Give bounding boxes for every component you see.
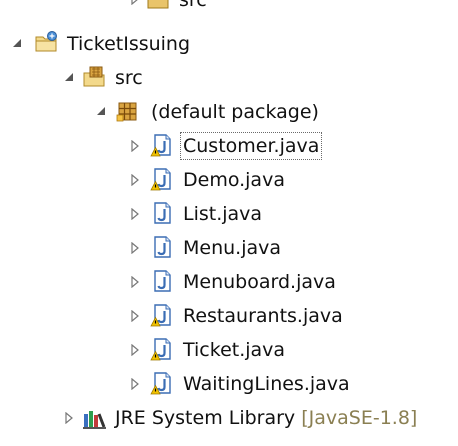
expand-arrow-icon[interactable] [128, 377, 142, 391]
tree-item-label: src [179, 0, 207, 11]
java-file-warning-icon [150, 167, 174, 191]
tree-item-file[interactable]: WaitingLines.java [0, 366, 458, 400]
expand-arrow-icon[interactable] [128, 343, 142, 357]
file-label: Customer.java [180, 132, 323, 160]
jre-library-label: JRE System Library [JavaSE-1.8] [112, 404, 420, 432]
src-folder-label: src [115, 67, 143, 89]
collapse-arrow-icon[interactable] [10, 36, 24, 50]
expand-arrow-icon[interactable] [128, 207, 142, 221]
file-label: Demo.java [183, 169, 285, 191]
tree-item-file[interactable]: Restaurants.java [0, 298, 458, 332]
java-file-warning-icon [150, 303, 174, 327]
expand-arrow-icon[interactable] [128, 173, 142, 187]
expand-arrow-icon[interactable] [128, 139, 142, 153]
jre-version-decoration: [JavaSE-1.8] [301, 407, 418, 429]
file-label: List.java [183, 203, 263, 225]
tree-item-file[interactable]: Ticket.java [0, 332, 458, 366]
package-label: (default package) [151, 101, 319, 123]
tree-row-partial[interactable]: src [0, 0, 458, 16]
file-label: Restaurants.java [183, 305, 343, 327]
java-project-icon [34, 30, 58, 54]
file-label: Menuboard.java [183, 271, 336, 293]
tree-item-file[interactable]: Menu.java [0, 230, 458, 264]
tree-item-src-folder[interactable]: src [0, 60, 458, 94]
source-folder-icon [82, 64, 106, 88]
library-icon [82, 406, 106, 430]
expand-arrow-icon[interactable] [128, 241, 142, 255]
collapse-arrow-icon[interactable] [94, 104, 108, 118]
tree-item-default-package[interactable]: (default package) [0, 94, 458, 128]
tree-item-file[interactable]: Demo.java [0, 162, 458, 196]
java-file-icon [150, 201, 174, 225]
tree-item-jre-library[interactable]: JRE System Library [JavaSE-1.8] [0, 400, 458, 434]
java-file-icon [150, 269, 174, 293]
tree-item-project[interactable]: TicketIssuing [0, 26, 458, 60]
tree-item-file[interactable]: Customer.java [0, 128, 458, 162]
java-file-icon [150, 235, 174, 259]
java-file-warning-icon [150, 337, 174, 361]
jre-library-name: JRE System Library [115, 407, 296, 429]
expand-arrow-icon[interactable] [62, 411, 76, 425]
java-file-warning-icon [150, 133, 174, 157]
project-label: TicketIssuing [67, 33, 191, 55]
source-folder-icon [146, 0, 170, 12]
package-icon [116, 99, 140, 123]
java-file-warning-icon [150, 371, 174, 395]
tree-item-file[interactable]: List.java [0, 196, 458, 230]
file-label: Menu.java [183, 237, 282, 259]
expand-arrow-icon[interactable] [128, 309, 142, 323]
file-label: WaitingLines.java [183, 373, 350, 395]
file-label: Ticket.java [183, 339, 286, 361]
expand-arrow-icon[interactable] [128, 0, 142, 6]
tree-item-file[interactable]: Menuboard.java [0, 264, 458, 298]
collapse-arrow-icon[interactable] [62, 70, 76, 84]
expand-arrow-icon[interactable] [128, 275, 142, 289]
